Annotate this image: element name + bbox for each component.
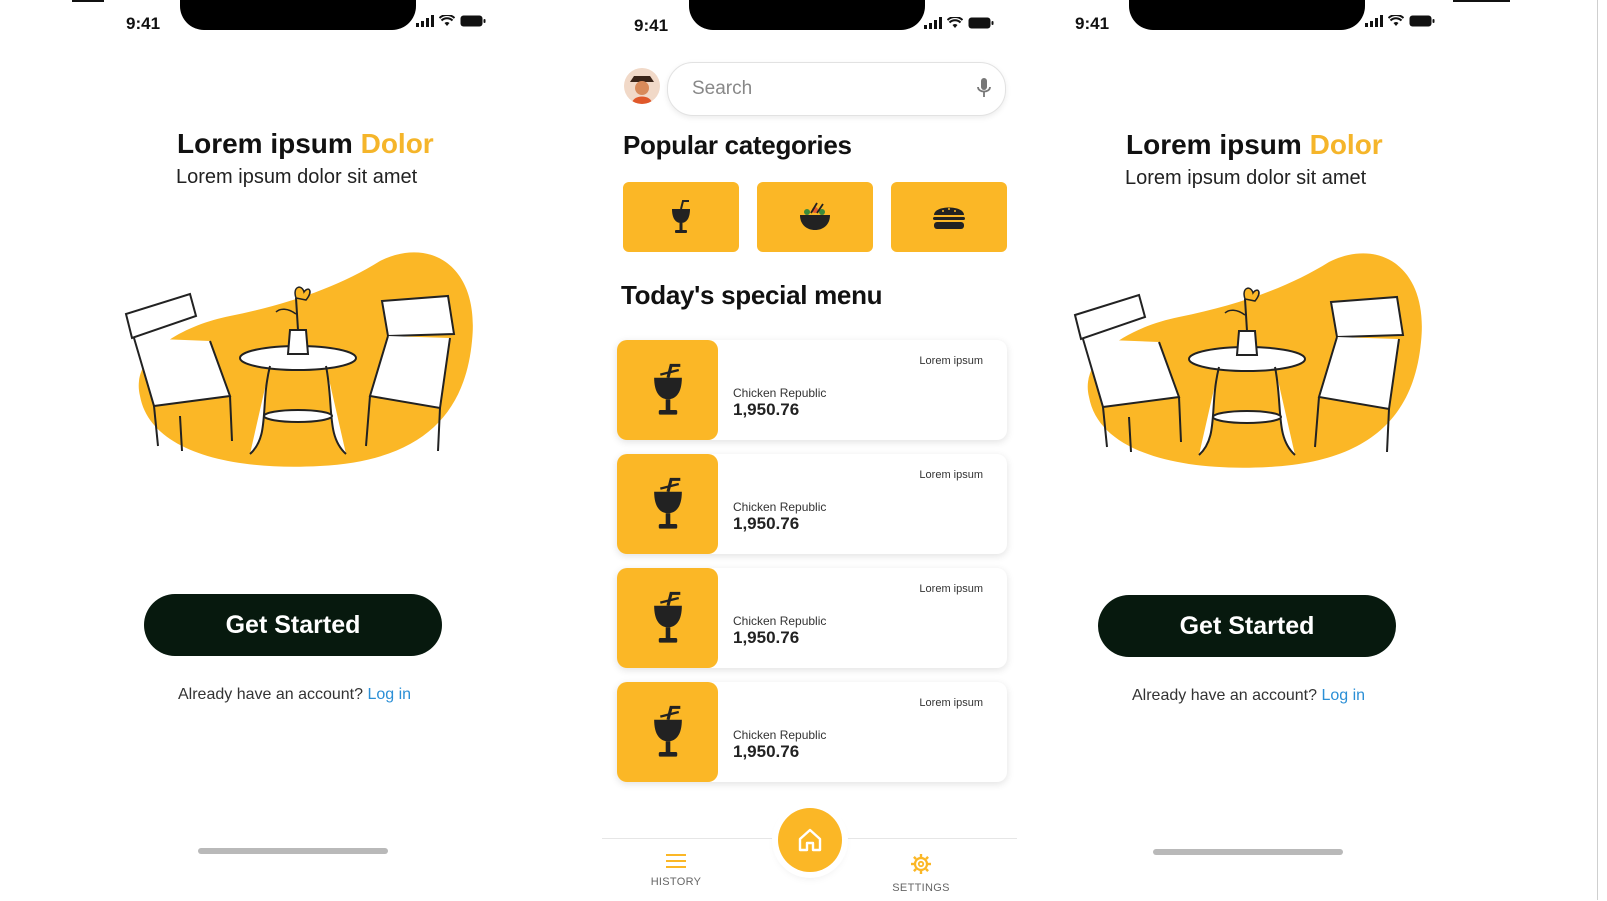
drink-icon	[653, 477, 682, 529]
nav-history-label: HISTORY	[650, 876, 702, 888]
menu-item-price: 1,950.76	[733, 628, 800, 647]
title-accent: Dolor	[360, 128, 434, 159]
menu-tag: Lorem ipsum	[919, 469, 983, 481]
title-main: Lorem ipsum	[177, 128, 353, 159]
battery-icon	[460, 15, 486, 27]
cafe-table-illustration	[1073, 253, 1422, 468]
drink-icon	[653, 363, 682, 415]
get-started-button[interactable]: Get Started	[144, 594, 442, 656]
menu-card[interactable]: Lorem ipsum Chicken Republic 1,950.76	[617, 682, 1007, 782]
search-input[interactable]	[690, 75, 954, 103]
menu-card[interactable]: Lorem ipsum Chicken Republic 1,950.76	[617, 568, 1007, 668]
avatar[interactable]	[624, 68, 660, 104]
category-drinks[interactable]	[623, 182, 739, 252]
page-subtitle: Lorem ipsum dolor sit amet	[176, 166, 418, 188]
login-prompt: Already have an account? Log in	[178, 686, 411, 704]
menu-item-price: 1,950.76	[733, 514, 800, 533]
cafe-table-illustration	[124, 252, 473, 467]
onboarding-screen-left: 9:41 Lorem ipsum Dolor Lorem ipsum dolor…	[104, 0, 504, 900]
nav-settings-label: SETTINGS	[892, 882, 950, 894]
account-prompt-text: Already have an account?	[1132, 687, 1318, 704]
frame-edge	[72, 0, 108, 2]
drink-icon	[653, 705, 682, 757]
popular-categories-title: Popular categories	[623, 130, 852, 160]
signal-icon	[416, 15, 434, 27]
menu-item-price: 1,950.76	[733, 742, 800, 761]
account-prompt-text: Already have an account?	[178, 686, 364, 703]
page-title: Lorem ipsum Dolor	[1126, 129, 1383, 161]
page-title: Lorem ipsum Dolor	[177, 128, 434, 160]
status-time: 9:41	[1075, 14, 1110, 33]
home-button[interactable]	[778, 808, 842, 872]
home-indicator	[198, 848, 388, 854]
signal-icon	[924, 17, 942, 29]
login-link[interactable]: Log in	[367, 686, 411, 703]
drink-icon	[672, 200, 690, 233]
device-notch	[1129, 0, 1365, 30]
burger-icon	[933, 207, 965, 229]
profile-icon	[624, 68, 660, 104]
menu-item-name: Chicken Republic	[733, 500, 827, 514]
login-prompt: Already have an account? Log in	[1132, 687, 1365, 705]
status-icons	[1365, 15, 1435, 27]
battery-icon	[968, 17, 994, 29]
menu-thumb	[617, 682, 718, 782]
menu-item-name: Chicken Republic	[733, 614, 827, 628]
onboarding-screen-right: 9:41 Lorem ipsum Dolor Lorem ipsum dolor…	[1053, 0, 1453, 900]
menu-item-price: 1,950.76	[733, 400, 800, 419]
drink-icon	[653, 591, 682, 643]
status-icons	[416, 15, 486, 27]
search-bar[interactable]	[667, 62, 1006, 116]
device-notch	[689, 0, 925, 30]
microphone-icon[interactable]	[977, 77, 991, 99]
category-salads[interactable]	[757, 182, 873, 252]
home-indicator	[1153, 849, 1343, 855]
status-time: 9:41	[634, 16, 669, 35]
menu-thumb	[617, 568, 718, 668]
menu-thumb	[617, 340, 718, 440]
gear-icon	[911, 854, 931, 874]
menu-tag: Lorem ipsum	[919, 355, 983, 367]
device-notch	[180, 0, 416, 30]
get-started-button[interactable]: Get Started	[1098, 595, 1396, 657]
status-icons	[924, 17, 994, 29]
home-icon	[798, 828, 822, 852]
menu-card[interactable]: Lorem ipsum Chicken Republic 1,950.76	[617, 454, 1007, 554]
special-menu-title: Today's special menu	[621, 280, 883, 310]
frame-divider	[1597, 0, 1598, 900]
signal-icon	[1365, 15, 1383, 27]
battery-icon	[1409, 15, 1435, 27]
salad-bowl-icon	[800, 202, 830, 230]
title-accent: Dolor	[1309, 129, 1383, 160]
menu-lines-icon	[666, 854, 686, 868]
nav-history[interactable]: HISTORY	[636, 853, 716, 888]
page-subtitle: Lorem ipsum dolor sit amet	[1125, 167, 1367, 189]
menu-thumb	[617, 454, 718, 554]
wifi-icon	[439, 15, 455, 26]
menu-item-name: Chicken Republic	[733, 386, 827, 400]
menu-card[interactable]: Lorem ipsum Chicken Republic 1,950.76	[617, 340, 1007, 440]
title-main: Lorem ipsum	[1126, 129, 1302, 160]
frame-edge	[1452, 0, 1510, 2]
login-link[interactable]: Log in	[1321, 687, 1365, 704]
nav-settings[interactable]: SETTINGS	[881, 853, 961, 894]
menu-item-name: Chicken Republic	[733, 728, 827, 742]
menu-tag: Lorem ipsum	[919, 583, 983, 595]
wifi-icon	[1388, 15, 1404, 26]
category-burgers[interactable]	[891, 182, 1007, 252]
status-time: 9:41	[126, 14, 161, 33]
wifi-icon	[947, 17, 963, 28]
menu-tag: Lorem ipsum	[919, 697, 983, 709]
